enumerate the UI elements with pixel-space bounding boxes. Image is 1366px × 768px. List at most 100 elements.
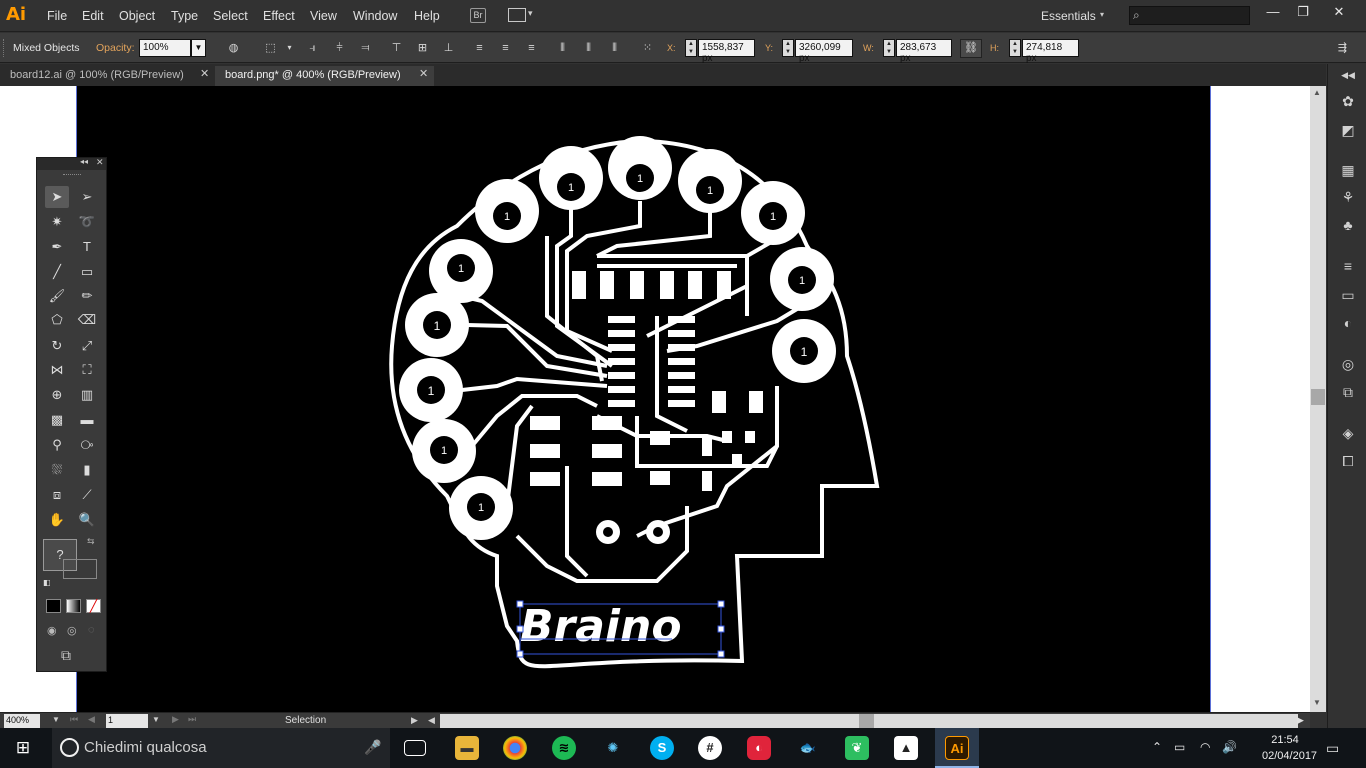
cortana-search-box[interactable]: Chiedimi qualcosa 🎤 (52, 728, 390, 768)
zoom-tool-icon[interactable]: 🔍 (75, 509, 99, 531)
transform-reference-icon[interactable]: ⁙ (640, 41, 655, 55)
slack-icon[interactable]: # (698, 736, 722, 760)
braino-text[interactable]: Braino (520, 601, 682, 652)
stroke-icon[interactable]: ≡ (1338, 257, 1358, 275)
default-fill-stroke-icon[interactable]: ◧ (43, 578, 51, 587)
canvas[interactable]: 1 1 1 1 1 1 1 1 1 1 1 1 Braino (0, 86, 1310, 712)
menu-file[interactable]: File (47, 9, 67, 23)
prev-artboard-icon[interactable]: ◀ (88, 714, 95, 725)
transparency-icon[interactable]: ◐ (1338, 314, 1358, 332)
windows-start-icon[interactable]: ⊞ (12, 738, 34, 758)
menu-select[interactable]: Select (213, 9, 248, 23)
draw-normal-icon[interactable]: ◉ (47, 624, 57, 637)
draw-behind-icon[interactable]: ◎ (67, 624, 77, 637)
scroll-thumb[interactable] (859, 714, 874, 728)
restore-button[interactable]: ❐ (1288, 3, 1318, 21)
type-tool-icon[interactable]: T (75, 236, 99, 258)
tab-board-png[interactable]: board.png* @ 400% (RGB/Preview) (215, 66, 434, 86)
illustrator-taskbar-slot[interactable]: Ai (935, 728, 979, 768)
last-artboard-icon[interactable]: ⏭ (188, 714, 196, 725)
paintbrush-tool-icon[interactable]: 🖌 (45, 285, 69, 307)
vertical-scrollbar[interactable]: ▲ ▼ (1310, 86, 1326, 712)
red-app-icon[interactable]: ◐ (747, 736, 771, 760)
graphic-styles-icon[interactable]: ⧉ (1338, 383, 1358, 401)
none-mode-icon[interactable]: ╱ (86, 599, 101, 613)
free-transform-tool-icon[interactable]: ⛶ (75, 359, 99, 381)
mesh-tool-icon[interactable]: ▩ (45, 409, 69, 431)
panel-menu-icon[interactable]: ⇶ (1335, 41, 1350, 55)
y-stepper[interactable]: ▲ ▼ (782, 39, 794, 57)
close-button[interactable]: ✕ (1324, 3, 1354, 21)
menu-help[interactable]: Help (414, 9, 440, 23)
pencil-tool-icon[interactable]: ✏ (75, 285, 99, 307)
scroll-thumb[interactable] (1311, 389, 1325, 405)
x-field[interactable]: 1558,837 px (698, 39, 755, 64)
chevron-down-icon[interactable]: ▾ (528, 8, 533, 19)
artboard[interactable]: 1 1 1 1 1 1 1 1 1 1 1 1 Braino (77, 86, 1211, 712)
photos-icon[interactable]: ▲ (894, 736, 918, 760)
distribute-top-icon[interactable]: ≡ (472, 41, 487, 55)
shaper-tool-icon[interactable]: ⬠ (45, 309, 69, 331)
h-stepper[interactable]: ▲ ▼ (1009, 39, 1021, 57)
stroke-swatch[interactable] (63, 559, 97, 579)
chevron-down-icon[interactable]: ▾ (1100, 10, 1104, 19)
brushes-icon[interactable]: ⚘ (1338, 188, 1358, 206)
file-explorer-icon[interactable]: ▬ (455, 736, 479, 760)
distribute-hcenter-icon[interactable]: ⦀ (581, 41, 596, 55)
scroll-right-icon[interactable]: ▶ (1297, 715, 1304, 726)
slice-tool-icon[interactable]: ⟋ (75, 484, 99, 506)
status-menu-icon[interactable]: ▶ (411, 715, 418, 726)
align-right-icon[interactable]: ⫤ (358, 41, 373, 55)
collapse-panel-icon[interactable]: ◂◂ (80, 157, 88, 166)
artboard-tool-icon[interactable]: ⧈ (45, 484, 69, 506)
draw-inside-icon[interactable]: ◌ (88, 624, 95, 636)
workspace-switcher[interactable]: Essentials (1041, 9, 1096, 23)
align-hcenter-icon[interactable]: ⫩ (332, 41, 347, 55)
direct-selection-tool-icon[interactable]: ➢ (75, 186, 99, 208)
bridge-button[interactable]: Br (470, 8, 486, 23)
first-artboard-icon[interactable]: ⏮ (70, 714, 78, 725)
fish-app-icon[interactable]: 🐟 (796, 736, 820, 760)
clock[interactable]: 21:54 02/04/2017 (1262, 732, 1317, 764)
menu-object[interactable]: Object (119, 9, 155, 23)
w-stepper[interactable]: ▲ ▼ (883, 39, 895, 57)
next-artboard-icon[interactable]: ▶ (172, 714, 179, 725)
close-icon[interactable]: ✕ (200, 67, 209, 80)
minimize-button[interactable]: — (1258, 3, 1288, 21)
swatches-icon[interactable]: ▦ (1338, 161, 1358, 179)
symbols-icon[interactable]: ♣ (1338, 216, 1358, 234)
chevron-down-icon[interactable]: ▼ (52, 715, 60, 724)
opacity-field[interactable]: 100% (139, 39, 191, 57)
opacity-dropdown[interactable]: ▼ (191, 39, 206, 57)
menu-effect[interactable]: Effect (263, 9, 295, 23)
scroll-left-icon[interactable]: ◀ (428, 715, 435, 726)
layers-icon[interactable]: ◈ (1338, 424, 1358, 442)
task-view-icon[interactable] (404, 740, 426, 756)
recolor-icon[interactable]: ◍ (226, 41, 241, 55)
screen-mode-icon[interactable]: ⧉ (61, 647, 71, 664)
link-icon[interactable]: ⛓ (960, 39, 982, 58)
y-field[interactable]: 3260,099 px (795, 39, 853, 64)
menu-view[interactable]: View (310, 9, 337, 23)
h-field[interactable]: 274,818 px (1022, 39, 1079, 64)
distribute-bottom-icon[interactable]: ≡ (524, 41, 539, 55)
eraser-tool-icon[interactable]: ⌫ (75, 309, 99, 331)
x-stepper[interactable]: ▲ ▼ (685, 39, 697, 57)
evernote-icon[interactable]: ❦ (845, 736, 869, 760)
spotify-icon[interactable]: ≋ (552, 736, 576, 760)
width-tool-icon[interactable]: ⋈ (45, 359, 69, 381)
align-to-icon[interactable]: ⬚ (263, 41, 278, 55)
gradient-mode-icon[interactable] (66, 599, 81, 613)
hand-tool-icon[interactable]: ✋ (45, 509, 69, 531)
zoom-field[interactable]: 400% (4, 714, 40, 728)
chevron-down-icon[interactable]: ▾ (282, 41, 297, 55)
distribute-right-icon[interactable]: ⦀ (607, 41, 622, 55)
line-tool-icon[interactable]: ╱ (45, 261, 69, 283)
distribute-left-icon[interactable]: ⦀ (555, 41, 570, 55)
pcb-artwork[interactable]: 1 1 1 1 1 1 1 1 1 1 1 1 Braino (77, 86, 1211, 712)
close-icon[interactable]: ✕ (419, 67, 428, 80)
symbol-sprayer-tool-icon[interactable]: ⛆ (45, 459, 69, 481)
magic-wand-tool-icon[interactable]: ✷ (45, 211, 69, 233)
artboards-icon[interactable]: ⧠ (1338, 452, 1358, 470)
menu-type[interactable]: Type (171, 9, 198, 23)
